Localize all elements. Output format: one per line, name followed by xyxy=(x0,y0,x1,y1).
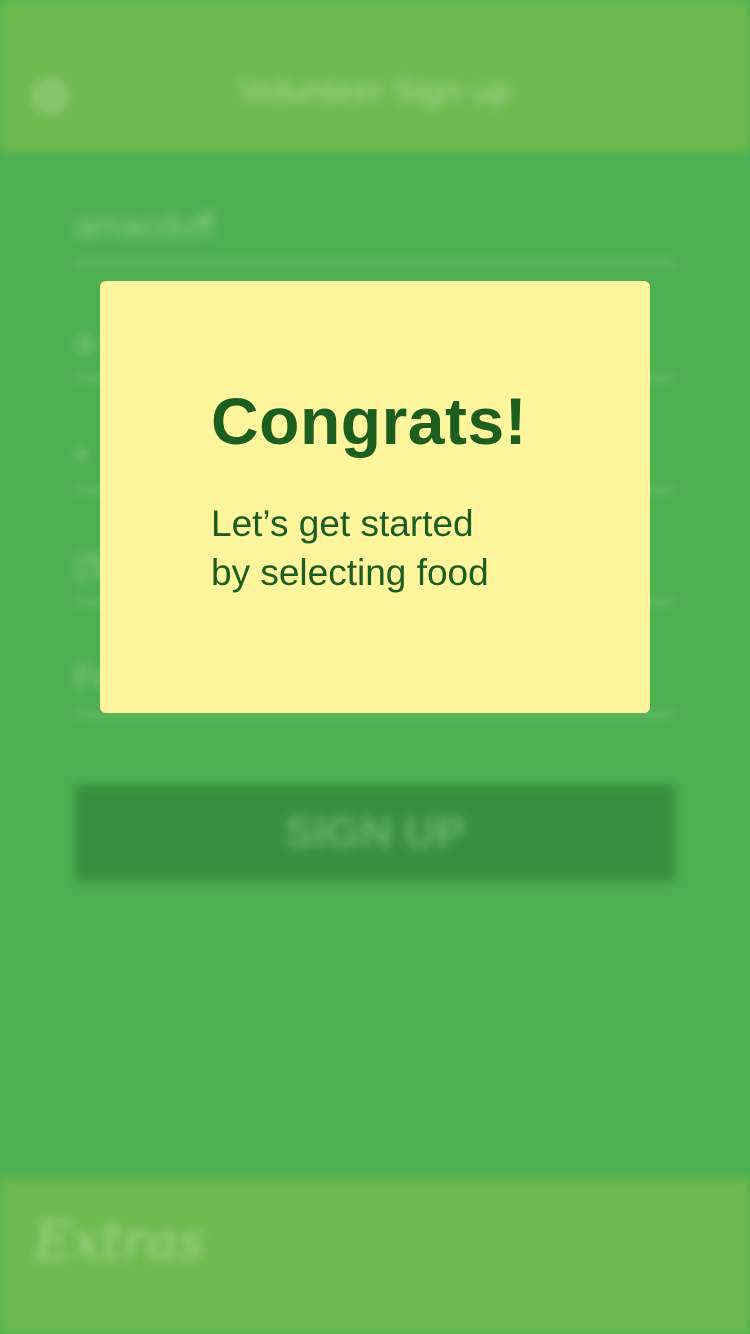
modal-message: Let’s get started by selecting food xyxy=(211,499,591,597)
brand-logo: Extras xyxy=(34,1212,205,1272)
username-value: amacduff xyxy=(75,207,215,245)
signup-button[interactable]: SIGN UP xyxy=(75,785,675,881)
modal-message-line-1: Let’s get started xyxy=(211,503,474,544)
username-field[interactable]: amacduff xyxy=(75,152,675,264)
modal-message-line-2: by selecting food xyxy=(211,552,489,593)
email-value: a xyxy=(75,323,94,361)
field-underline xyxy=(75,713,675,716)
congrats-modal[interactable]: Congrats! Let’s get started by selecting… xyxy=(100,281,650,713)
footer-bar: Extras xyxy=(0,1178,750,1334)
field-underline xyxy=(75,261,675,264)
header-bar: Volunteer Sign-up xyxy=(0,0,750,152)
page-title: Volunteer Sign-up xyxy=(239,72,511,109)
modal-heading: Congrats! xyxy=(211,384,528,458)
password-value: • xyxy=(75,435,87,473)
